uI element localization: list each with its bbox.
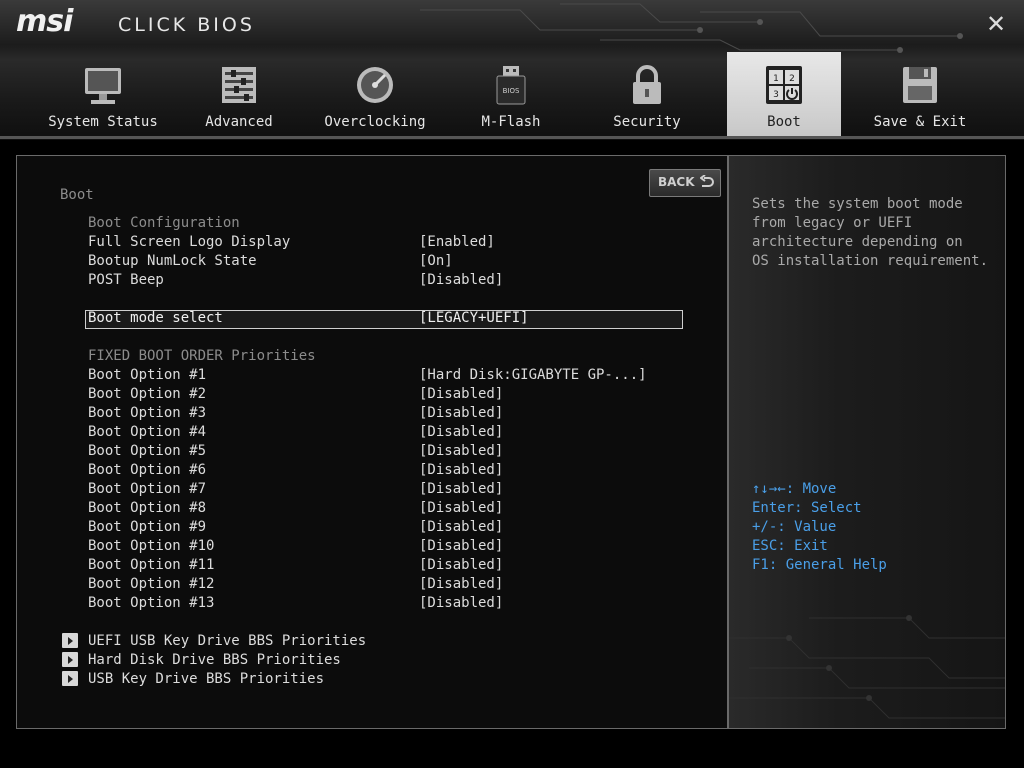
tab-save-exit[interactable]: Save & Exit	[863, 52, 977, 136]
boot-option-label[interactable]: Boot Option #1	[88, 367, 206, 383]
gauge-icon	[357, 67, 393, 103]
boot-option-label[interactable]: Boot Option #8	[88, 500, 206, 516]
submenu-arrow-icon	[62, 671, 78, 686]
boot-option-value[interactable]: [Disabled]	[419, 500, 503, 516]
tab-label: M-Flash	[481, 114, 541, 130]
boot-option-value[interactable]: [Disabled]	[419, 462, 503, 478]
tab-label: Overclocking	[324, 114, 426, 130]
msi-logo: msi	[16, 4, 73, 39]
help-description-line: architecture depending on	[752, 234, 963, 250]
tab-label: System Status	[48, 114, 158, 130]
key-hint-select: Enter: Select	[752, 500, 862, 516]
back-button[interactable]: BACK	[649, 169, 721, 197]
boot-settings-panel: Boot BACK Boot Configuration Full Screen…	[16, 155, 728, 729]
tab-label: Save & Exit	[873, 114, 967, 130]
boot-option-label[interactable]: Boot Option #2	[88, 386, 206, 402]
boot-mode-select-value[interactable]: [LEGACY+UEFI]	[419, 310, 529, 326]
return-arrow-icon	[700, 175, 714, 187]
tab-system-status[interactable]: System Status	[46, 52, 160, 136]
key-hint-move: ↑↓→←: Move	[752, 481, 837, 497]
floppy-disk-icon	[903, 67, 937, 103]
svg-text:2: 2	[789, 74, 795, 84]
uefi-usb-key-bbs-priorities[interactable]: UEFI USB Key Drive BBS Priorities	[88, 633, 366, 649]
boot-option-label[interactable]: Boot Option #10	[88, 538, 214, 554]
help-description-line: from legacy or UEFI	[752, 215, 913, 231]
tab-boot[interactable]: 1 2 3 Boot	[727, 52, 841, 136]
boot-option-value[interactable]: [Disabled]	[419, 576, 503, 592]
tab-label: Advanced	[205, 114, 273, 130]
full-screen-logo-value[interactable]: [Enabled]	[419, 234, 495, 250]
tab-overclocking[interactable]: Overclocking	[318, 52, 432, 136]
boot-option-value[interactable]: [Disabled]	[419, 481, 503, 497]
post-beep-value[interactable]: [Disabled]	[419, 272, 503, 288]
boot-option-value[interactable]: [Disabled]	[419, 595, 503, 611]
click-bios-logo: CLICK BIOS	[118, 14, 255, 36]
tab-security[interactable]: Security	[590, 52, 704, 136]
key-hint-general-help: F1: General Help	[752, 557, 887, 573]
boot-option-value[interactable]: [Disabled]	[419, 557, 503, 573]
key-hint-exit: ESC: Exit	[752, 538, 828, 554]
boot-option-label[interactable]: Boot Option #11	[88, 557, 214, 573]
svg-text:BIOS: BIOS	[503, 87, 520, 95]
boot-option-value[interactable]: [Disabled]	[419, 405, 503, 421]
fixed-boot-order-header: FIXED BOOT ORDER Priorities	[88, 348, 316, 364]
help-description-line: OS installation requirement.	[752, 253, 989, 269]
header-divider	[0, 136, 1024, 139]
tab-advanced[interactable]: Advanced	[182, 52, 296, 136]
boot-option-value[interactable]: [Disabled]	[419, 519, 503, 535]
boot-option-label[interactable]: Boot Option #9	[88, 519, 206, 535]
boot-option-label[interactable]: Boot Option #6	[88, 462, 206, 478]
boot-option-label[interactable]: Boot Option #3	[88, 405, 206, 421]
post-beep-label[interactable]: POST Beep	[88, 272, 164, 288]
numlock-state-label[interactable]: Bootup NumLock State	[88, 253, 257, 269]
circuit-decoration	[729, 615, 1005, 719]
boot-option-label[interactable]: Boot Option #5	[88, 443, 206, 459]
padlock-icon	[633, 65, 661, 104]
boot-configuration-header: Boot Configuration	[88, 215, 240, 231]
help-description-line: Sets the system boot mode	[752, 196, 963, 212]
hard-disk-bbs-priorities[interactable]: Hard Disk Drive BBS Priorities	[88, 652, 341, 668]
numlock-state-value[interactable]: [On]	[419, 253, 453, 269]
submenu-arrow-icon	[62, 633, 78, 648]
page-title: Boot	[60, 187, 94, 203]
svg-text:3: 3	[773, 90, 779, 100]
monitor-icon	[85, 68, 121, 104]
boot-option-value[interactable]: [Disabled]	[419, 538, 503, 554]
boot-mode-select-label[interactable]: Boot mode select	[88, 310, 223, 326]
boot-option-label[interactable]: Boot Option #4	[88, 424, 206, 440]
header-bar: msi CLICK BIOS ✕ System Status Advanced …	[0, 0, 1024, 140]
help-panel: Sets the system boot mode from legacy or…	[728, 155, 1006, 729]
full-screen-logo-label[interactable]: Full Screen Logo Display	[88, 234, 290, 250]
sliders-icon	[222, 67, 256, 103]
boot-option-value[interactable]: [Hard Disk:GIGABYTE GP-...]	[419, 367, 647, 383]
tab-m-flash[interactable]: BIOS M-Flash	[454, 52, 568, 136]
boot-option-value[interactable]: [Disabled]	[419, 424, 503, 440]
boot-option-label[interactable]: Boot Option #12	[88, 576, 214, 592]
boot-order-icon: 1 2 3	[766, 66, 802, 104]
boot-option-value[interactable]: [Disabled]	[419, 443, 503, 459]
svg-text:1: 1	[773, 74, 779, 84]
boot-option-label[interactable]: Boot Option #7	[88, 481, 206, 497]
submenu-arrow-icon	[62, 652, 78, 667]
key-hint-value: +/-: Value	[752, 519, 837, 535]
usb-bios-icon: BIOS	[496, 66, 526, 105]
usb-key-bbs-priorities[interactable]: USB Key Drive BBS Priorities	[88, 671, 324, 687]
tab-label: Security	[613, 114, 681, 130]
boot-option-label[interactable]: Boot Option #13	[88, 595, 214, 611]
close-button[interactable]: ✕	[984, 10, 1008, 38]
tab-label: Boot	[767, 114, 801, 130]
boot-option-value[interactable]: [Disabled]	[419, 386, 503, 402]
back-label: BACK	[658, 175, 695, 189]
